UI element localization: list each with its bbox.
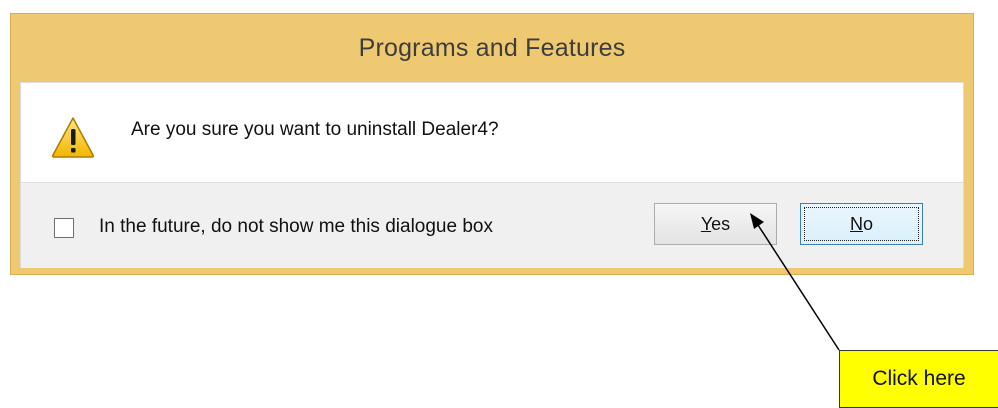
yes-button[interactable]: Yes bbox=[654, 203, 777, 245]
no-button-label: No bbox=[849, 213, 873, 234]
yes-button-label: Yes bbox=[700, 213, 731, 234]
screenshot-canvas: Programs and Features Are you sure you w… bbox=[0, 0, 998, 408]
dialog-title: Programs and Features bbox=[358, 33, 626, 62]
callout-text: Click here bbox=[872, 367, 966, 390]
click-here-callout: Click here bbox=[839, 350, 998, 408]
title-bar[interactable]: Programs and Features bbox=[11, 14, 973, 82]
dialog-footer: In the future, do not show me this dialo… bbox=[21, 182, 963, 268]
no-button[interactable]: No bbox=[800, 203, 923, 245]
dont-show-again-label[interactable]: In the future, do not show me this dialo… bbox=[99, 216, 493, 238]
message-area: Are you sure you want to uninstall Deale… bbox=[21, 83, 963, 182]
uninstall-dialog: Programs and Features Are you sure you w… bbox=[10, 13, 974, 275]
confirmation-message: Are you sure you want to uninstall Deale… bbox=[131, 119, 499, 140]
dialog-body: Are you sure you want to uninstall Deale… bbox=[20, 82, 964, 268]
warning-icon bbox=[51, 117, 95, 158]
dont-show-again-checkbox[interactable] bbox=[54, 218, 74, 238]
